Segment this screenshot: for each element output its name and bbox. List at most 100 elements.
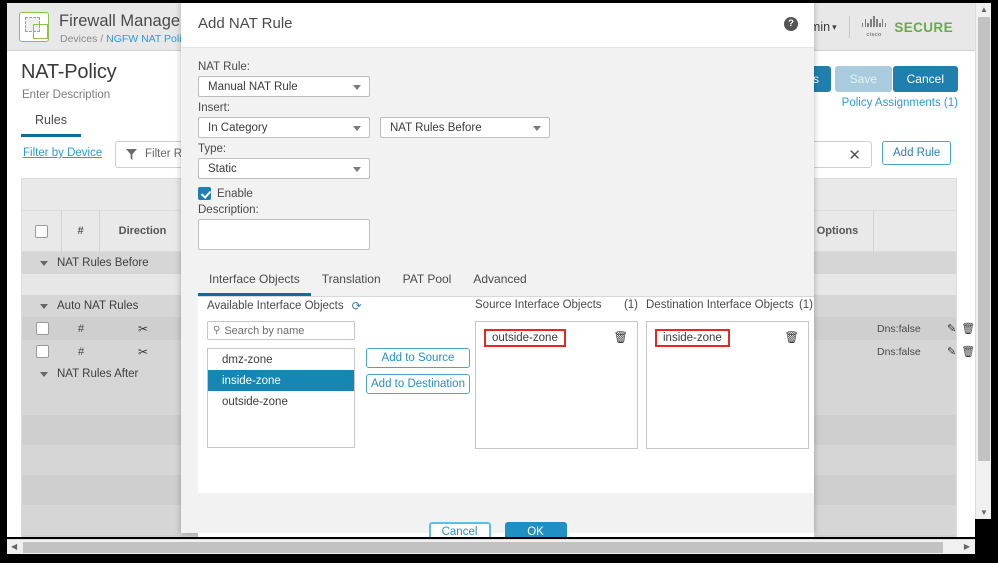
funnel-icon (126, 149, 137, 160)
chevron-down-icon (40, 371, 48, 377)
vertical-scrollbar[interactable]: ▲ ▼ (975, 3, 991, 519)
tab-pat-pool[interactable]: PAT Pool (392, 268, 463, 296)
nat-rule-label: NAT Rule: (198, 61, 250, 73)
scroll-right-icon[interactable]: ▶ (964, 542, 970, 551)
pencil-icon[interactable]: ✎ (947, 345, 956, 358)
source-interface-objects-list[interactable]: outside-zone 🗑 (475, 321, 638, 449)
breadcrumb-prefix: Devices / (60, 33, 107, 45)
insert-position-value: NAT Rules Before (390, 121, 482, 134)
search-placeholder: Search by name (224, 324, 305, 337)
trash-icon[interactable]: 🗑 (613, 330, 628, 344)
source-interface-objects-title: Source Interface Objects (475, 299, 602, 311)
select-all-checkbox[interactable] (35, 224, 48, 238)
row-options: Dns:false (877, 322, 921, 335)
policy-tabbar: Rules (21, 109, 81, 137)
trash-icon[interactable]: 🗑 (961, 322, 975, 335)
enable-row: Enable (198, 187, 814, 200)
tab-interface-objects[interactable]: Interface Objects (198, 268, 311, 296)
list-item[interactable]: dmz-zone (208, 349, 354, 370)
insert-select[interactable]: In Category (198, 117, 370, 138)
refresh-icon[interactable]: ⟳ (352, 299, 362, 313)
row-number: # (77, 322, 85, 335)
row-number: # (77, 345, 85, 358)
group-label: NAT Rules Before (57, 257, 149, 269)
destination-interface-objects-list[interactable]: inside-zone 🗑 (646, 321, 809, 449)
list-item[interactable]: outside-zone (484, 329, 566, 347)
available-interface-objects-list[interactable]: dmz-zone inside-zone outside-zone (207, 348, 355, 448)
row-options: Dns:false (877, 345, 921, 358)
list-item-selected[interactable]: inside-zone (208, 370, 354, 391)
pencil-icon[interactable]: ✎ (947, 322, 956, 335)
close-icon[interactable]: ✕ (848, 146, 861, 165)
cisco-logo-icon: cisco (861, 16, 887, 38)
source-interface-objects-count: (1) (623, 299, 638, 311)
dialog-cancel-button[interactable]: Cancel (428, 522, 491, 537)
policy-assignments-link[interactable]: Policy Assignments (1) (842, 97, 958, 109)
secure-wordmark: SECURE (894, 19, 953, 35)
trash-icon[interactable]: 🗑 (784, 330, 799, 344)
nat-rule-select[interactable]: Manual NAT Rule (198, 76, 370, 97)
breadcrumb-link-ngfw-nat-policy[interactable]: NGFW NAT Policy (106, 33, 192, 45)
list-item[interactable]: outside-zone (208, 391, 354, 412)
type-label: Type: (198, 143, 227, 155)
insert-position-select[interactable]: NAT Rules Before (380, 117, 550, 138)
column-header-select (22, 210, 62, 252)
insert-value: In Category (208, 121, 268, 134)
trash-icon[interactable]: 🗑 (961, 345, 975, 358)
type-select[interactable]: Static (198, 158, 370, 179)
row-checkbox[interactable] (35, 322, 49, 335)
screen-frame: Firewall Management Center Devices / NGF… (0, 0, 998, 563)
search-input[interactable]: ⚲ Search by name (207, 321, 355, 340)
dialog-body: NAT Rule: Manual NAT Rule Insert: In Cat… (181, 48, 814, 537)
breadcrumb: Devices / NGFW NAT Policy (60, 33, 192, 45)
header-divider (848, 16, 850, 38)
type-value: Static (208, 162, 237, 175)
dialog-ok-button[interactable]: OK (504, 522, 567, 537)
column-header-actions (874, 210, 954, 252)
dialog-footer: Cancel OK (181, 493, 814, 537)
scroll-down-icon[interactable]: ▼ (980, 508, 988, 517)
available-interface-objects-title: Available Interface Objects (207, 300, 344, 312)
chevron-down-icon (533, 126, 541, 131)
description-input[interactable] (198, 219, 370, 250)
add-to-source-button[interactable]: Add to Source (366, 348, 470, 368)
chevron-down-icon (353, 85, 361, 90)
add-rule-button[interactable]: Add Rule (882, 141, 952, 165)
enable-checkbox[interactable] (198, 187, 211, 200)
add-to-destination-button[interactable]: Add to Destination (366, 374, 470, 394)
destination-interface-objects-count: (1) (798, 299, 813, 311)
scroll-left-icon[interactable]: ◀ (11, 542, 17, 551)
cisco-wordmark: cisco (866, 32, 882, 38)
dialog-tabbar: Interface Objects Translation PAT Pool A… (198, 268, 814, 297)
tab-rules[interactable]: Rules (21, 109, 81, 137)
search-icon: ⚲ (213, 325, 221, 336)
row-actions: ✎ 🗑 (947, 322, 975, 335)
filter-by-device-link[interactable]: Filter by Device (23, 147, 102, 159)
scroll-up-icon[interactable]: ▲ (980, 5, 988, 14)
insert-label: Insert: (198, 102, 230, 114)
tab-translation[interactable]: Translation (311, 268, 392, 296)
chevron-down-icon (353, 126, 361, 131)
page-title: NAT-Policy (21, 61, 117, 83)
row-actions: ✎ 🗑 (947, 345, 975, 358)
chevron-down-icon (353, 167, 361, 172)
cancel-button[interactable]: Cancel (892, 66, 958, 92)
chevron-down-icon[interactable]: ▾ (832, 22, 837, 33)
list-item[interactable]: inside-zone (655, 329, 730, 347)
destination-object-chip: inside-zone (655, 329, 730, 347)
vertical-scrollbar-thumb[interactable] (978, 17, 990, 461)
tab-advanced[interactable]: Advanced (462, 268, 537, 296)
save-button[interactable]: Save (834, 66, 892, 92)
horizontal-scrollbar[interactable]: ◀ ▶ (7, 539, 975, 554)
horizontal-scrollbar-thumb[interactable] (23, 542, 943, 553)
chevron-down-icon (40, 260, 48, 266)
help-icon[interactable]: ? (784, 17, 798, 31)
nat-rule-value: Manual NAT Rule (208, 80, 298, 93)
add-nat-rule-dialog: Add NAT Rule ? NAT Rule: Manual NAT Rule… (181, 3, 814, 537)
group-label: Auto NAT Rules (57, 300, 139, 312)
row-checkbox[interactable] (35, 345, 49, 358)
policy-description-placeholder[interactable]: Enter Description (22, 89, 110, 101)
application-page: Firewall Management Center Devices / NGF… (7, 3, 975, 537)
dialog-header: Add NAT Rule ? (181, 3, 814, 48)
source-object-chip: outside-zone (484, 329, 566, 347)
